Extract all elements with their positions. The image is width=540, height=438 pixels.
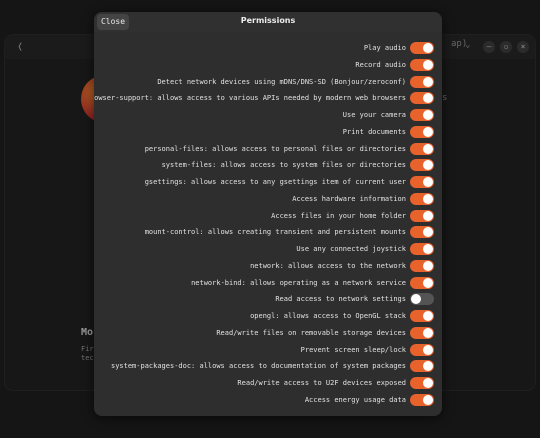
permission-label: Read/write access to U2F devices exposed: [237, 379, 406, 387]
toggle-knob: [423, 260, 433, 271]
permission-label: Prevent screen sleep/lock: [300, 345, 406, 354]
permission-label: Play audio: [363, 44, 406, 52]
permission-row: Play audio: [94, 40, 442, 57]
permission-toggle[interactable]: [410, 343, 434, 356]
permission-label: system-files: allows access to system fi…: [161, 161, 406, 170]
permission-row: Print documents: [94, 124, 442, 141]
permission-toggle[interactable]: [410, 42, 434, 54]
toggle-knob: [423, 110, 433, 120]
toggle-knob: [411, 294, 421, 305]
permission-toggle[interactable]: [410, 276, 434, 289]
permission-label: Access energy usage data: [304, 395, 406, 404]
permission-toggle[interactable]: [410, 360, 434, 373]
permission-row: Use any connected joystick: [94, 241, 442, 258]
permission-row: Read/write files on removable storage de…: [94, 325, 442, 342]
toggle-knob: [423, 361, 433, 372]
toggle-knob: [423, 327, 433, 338]
permission-label: network-bind: allows operating as a netw…: [191, 278, 406, 287]
permission-label: Read/write files on removable storage de…: [216, 328, 406, 337]
permissions-dialog: Close Permissions Play audio Record audio…: [94, 12, 442, 416]
permission-row: mount-control: allows creating transient…: [94, 224, 442, 241]
permission-toggle[interactable]: [410, 142, 434, 155]
permission-toggle[interactable]: [410, 125, 434, 138]
toggle-knob: [423, 244, 433, 254]
permission-row: Read/write access to U2F devices exposed: [94, 375, 442, 392]
permission-label: Use your camera: [342, 111, 406, 119]
dialog-title: Permissions: [240, 16, 296, 25]
permission-row: Access energy usage data: [94, 392, 442, 409]
toggle-knob: [423, 311, 433, 321]
permission-row: browser-support: allows access to variou…: [94, 90, 442, 107]
toggle-knob: [423, 227, 433, 238]
permission-row: opengl: allows access to OpenGL stack: [94, 308, 442, 325]
permission-toggle[interactable]: [410, 58, 434, 71]
permission-row: gsettings: allows access to any gsetting…: [94, 174, 442, 191]
permission-toggle[interactable]: [410, 259, 434, 272]
toggle-knob: [423, 76, 433, 87]
toggle-knob: [423, 126, 433, 137]
permission-toggle[interactable]: [410, 176, 434, 188]
toggle-knob: [423, 93, 433, 104]
toggle-knob: [423, 394, 433, 405]
toggle-knob: [423, 43, 433, 53]
permission-label: mount-control: allows creating transient…: [144, 228, 406, 237]
permission-toggle[interactable]: [410, 75, 434, 88]
dialog-header: Close Permissions: [94, 12, 442, 32]
permission-toggle[interactable]: [410, 192, 434, 205]
toggle-knob: [423, 160, 433, 171]
permission-row: Detect network devices using mDNS/DNS-SD…: [94, 74, 442, 91]
permission-label: gsettings: allows access to any gsetting…: [144, 178, 406, 186]
permission-row: system-packages-doc: allows access to do…: [94, 358, 442, 375]
permission-toggle[interactable]: [410, 109, 434, 121]
permission-toggle[interactable]: [410, 209, 434, 222]
permission-toggle[interactable]: [410, 159, 434, 172]
toggle-knob: [423, 193, 433, 204]
toggle-knob: [423, 177, 433, 187]
permission-row: personal-files: allows access to persona…: [94, 141, 442, 158]
permission-row: Use your camera: [94, 107, 442, 124]
permission-row: system-files: allows access to system fi…: [94, 157, 442, 174]
permissions-list: Play audio Record audio Detect network dev…: [94, 40, 442, 409]
permission-toggle[interactable]: [410, 92, 434, 105]
permission-toggle[interactable]: [410, 377, 434, 389]
permission-label: Access hardware information: [292, 194, 406, 203]
permission-row: Access files in your home folder: [94, 208, 442, 225]
toggle-knob: [423, 277, 433, 288]
permission-label: Print documents: [342, 127, 406, 136]
permission-toggle[interactable]: [410, 226, 434, 239]
permission-row: network: allows access to the network: [94, 258, 442, 275]
permission-label: Read access to network settings: [275, 295, 406, 304]
permission-label: Use any connected joystick: [296, 245, 406, 253]
permission-row: Prevent screen sleep/lock: [94, 342, 442, 359]
permission-row: network-bind: allows operating as a netw…: [94, 275, 442, 292]
toggle-knob: [423, 143, 433, 154]
permission-label: browser-support: allows access to variou…: [94, 94, 406, 103]
permission-toggle[interactable]: [410, 310, 434, 322]
permission-label: network: allows access to the network: [250, 261, 406, 270]
permission-toggle[interactable]: [410, 393, 434, 406]
permission-row: Read access to network settings: [94, 291, 442, 308]
toggle-knob: [423, 378, 433, 388]
permission-label: system-packages-doc: allows access to do…: [110, 362, 406, 371]
permission-label: opengl: allows access to OpenGL stack: [250, 312, 406, 320]
permission-toggle[interactable]: [410, 293, 434, 306]
toggle-knob: [423, 344, 433, 355]
toggle-knob: [423, 59, 433, 70]
permission-label: personal-files: allows access to persona…: [144, 144, 406, 153]
permission-label: Access files in your home folder: [271, 211, 406, 220]
permission-label: Record audio: [355, 60, 406, 69]
permission-toggle[interactable]: [410, 243, 434, 255]
permission-row: Access hardware information: [94, 191, 442, 208]
permission-label: Detect network devices using mDNS/DNS-SD…: [157, 77, 406, 86]
permission-row: Record audio: [94, 57, 442, 74]
permission-toggle[interactable]: [410, 326, 434, 339]
toggle-knob: [423, 210, 433, 221]
